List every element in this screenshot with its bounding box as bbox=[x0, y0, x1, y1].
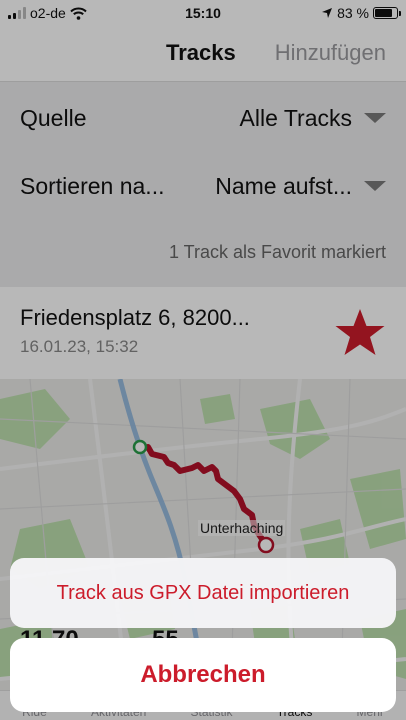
import-gpx-button[interactable]: Track aus GPX Datei importieren bbox=[10, 558, 396, 628]
cancel-button[interactable]: Abbrechen bbox=[10, 638, 396, 712]
